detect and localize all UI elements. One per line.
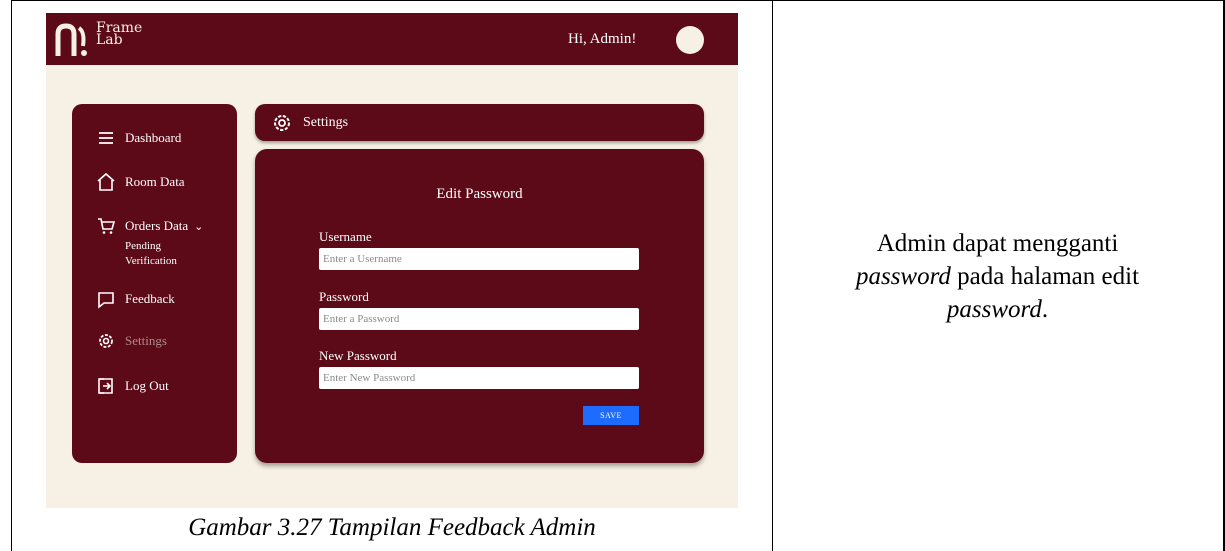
gear-icon <box>274 114 290 131</box>
description-em-1: password <box>855 263 951 290</box>
sidebar-item-room-data[interactable]: Room Data <box>96 172 185 192</box>
username-label: Username <box>319 229 372 244</box>
page-title: Settings <box>303 114 349 130</box>
sidebar-item-label: Settings <box>125 333 167 348</box>
app-screenshot: Frame Lab Hi, Admin! Dashboard Room Data… <box>46 13 738 508</box>
subitem-line-2: Verification <box>125 255 177 267</box>
description-text-3: . <box>1041 296 1049 323</box>
sidebar-item-label: Log Out <box>125 378 169 393</box>
avatar[interactable] <box>676 26 704 54</box>
figure-description: Admin dapat mengganti password pada hala… <box>772 227 1223 326</box>
sidebar-item-orders-data[interactable]: Orders Data ⌄ <box>96 216 203 236</box>
page-header: Settings <box>255 104 704 141</box>
description-text-1: Admin dapat mengganti <box>876 230 1119 257</box>
sidebar-item-label: Room Data <box>125 174 185 189</box>
new-password-input[interactable] <box>319 367 639 389</box>
username-input[interactable] <box>319 248 639 270</box>
sidebar-item-feedback[interactable]: Feedback <box>96 289 175 309</box>
framelab-logo <box>55 23 87 56</box>
cart-icon <box>98 218 116 234</box>
form-title: Edit Password <box>436 186 523 202</box>
password-label: Password <box>319 289 369 304</box>
password-input[interactable] <box>319 308 639 330</box>
top-bar: Frame Lab Hi, Admin! <box>46 13 738 65</box>
sidebar-item-label: Dashboard <box>125 130 182 145</box>
sidebar-item-dashboard[interactable]: Dashboard <box>96 128 181 148</box>
figure-caption: Gambar 3.27 Tampilan Feedback Admin <box>188 514 596 541</box>
edit-password-form: Edit Password Username Password New Pass… <box>255 149 704 463</box>
sidebar-subitem-pending-verification[interactable]: Pending Verification <box>125 239 177 269</box>
sidebar-item-settings[interactable]: Settings <box>96 331 167 351</box>
gear-icon <box>99 334 113 348</box>
logo-text: Frame Lab <box>96 21 142 47</box>
chat-icon <box>98 292 114 309</box>
description-text-2: pada halaman edit <box>950 263 1140 290</box>
logout-icon <box>98 378 113 394</box>
home-icon <box>97 172 115 191</box>
subitem-line-1: Pending <box>125 240 162 252</box>
description-em-2: password <box>946 296 1042 323</box>
sidebar-item-label: Orders Data <box>125 218 189 233</box>
user-greeting: Hi, Admin! <box>568 31 637 47</box>
menu-icon <box>99 132 113 144</box>
new-password-label: New Password <box>319 348 397 363</box>
sidebar: Dashboard Room Data Orders Data ⌄ Pendin… <box>72 104 237 463</box>
sidebar-item-label: Feedback <box>125 291 175 306</box>
save-button[interactable]: SAVE <box>583 406 639 425</box>
sidebar-item-log-out[interactable]: Log Out <box>96 376 169 396</box>
chevron-down-icon[interactable]: ⌄ <box>194 220 203 233</box>
